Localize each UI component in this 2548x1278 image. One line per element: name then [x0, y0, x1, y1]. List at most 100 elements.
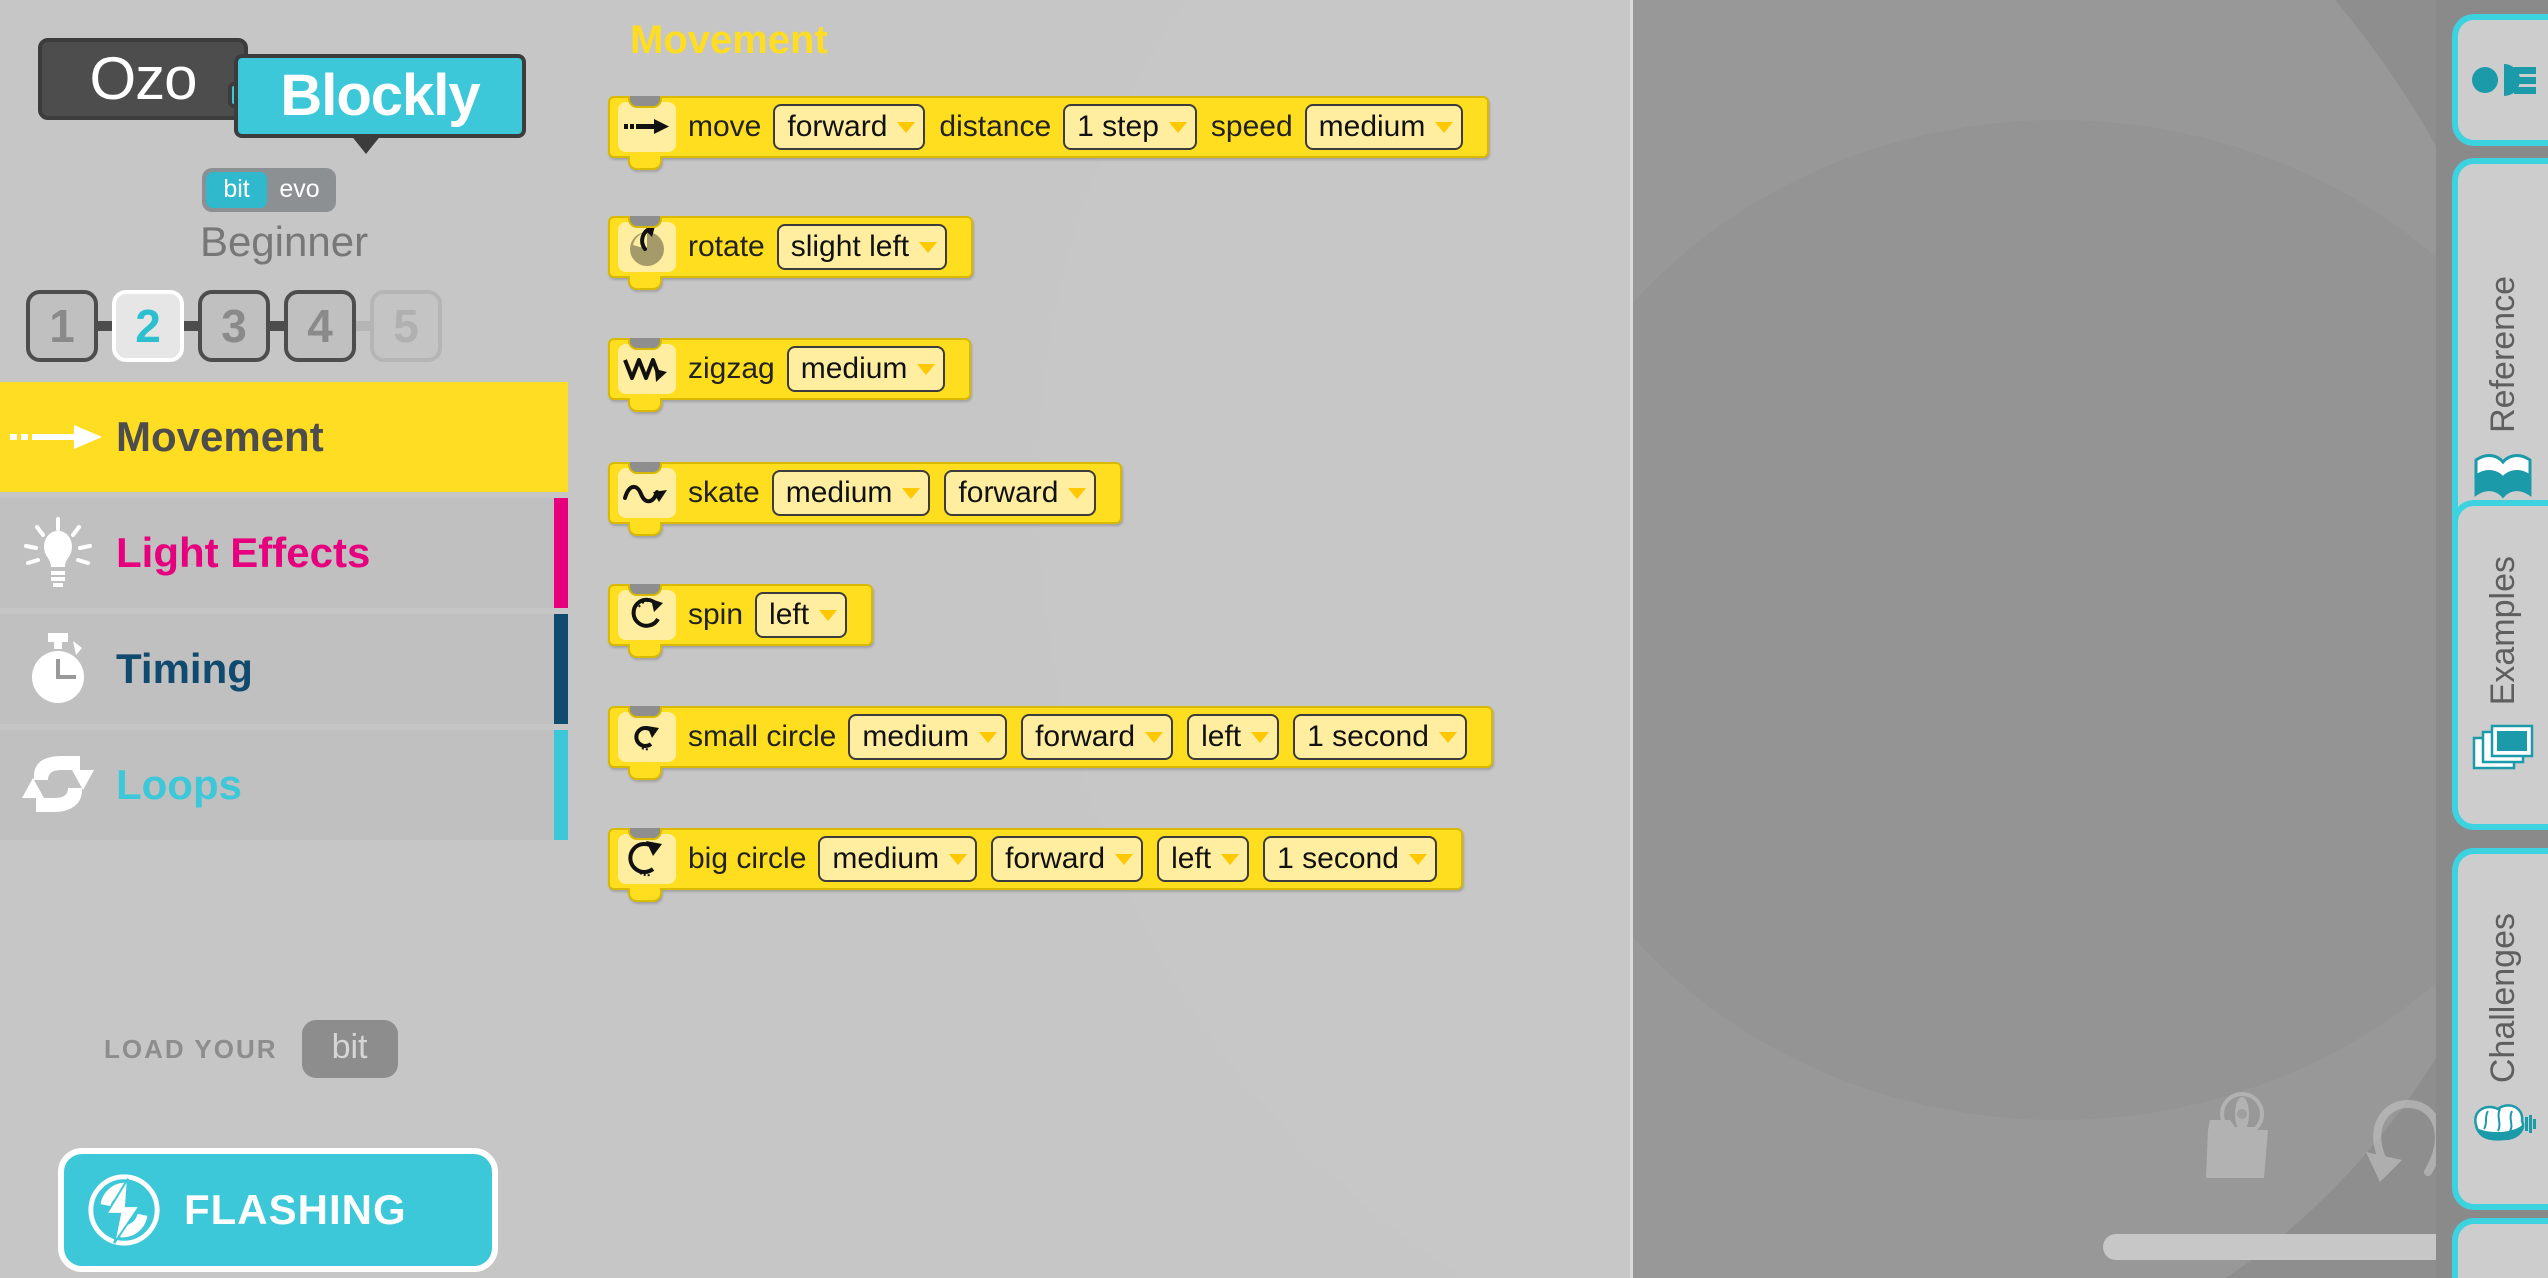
slides-icon: [2472, 724, 2534, 774]
level-link: [270, 321, 284, 331]
block-dropdown[interactable]: left: [755, 592, 848, 638]
block-notch-top: [628, 338, 662, 350]
undo-icon[interactable]: [2358, 1090, 2436, 1190]
block-notch-bottom: [628, 644, 662, 658]
robot-model-toggle[interactable]: bit evo: [202, 168, 336, 212]
blockly-workspace[interactable]: Movement move forward distance 1 step speed m…: [568, 0, 2436, 1278]
level-link: [356, 321, 370, 331]
tab-ozobot[interactable]: [2452, 14, 2548, 146]
chevron-down-icon: [897, 121, 916, 133]
sidebar-item-light-effects[interactable]: Light Effects: [0, 498, 568, 608]
block-dropdown[interactable]: medium: [786, 346, 946, 392]
load-save-folder-icon[interactable]: [2196, 1090, 2296, 1190]
tab-challenges[interactable]: Challenges: [2452, 848, 2548, 1210]
skill-level-label: Beginner: [199, 218, 369, 265]
flyout-edge: [1630, 0, 1633, 1278]
block-dropdown[interactable]: left: [1157, 836, 1250, 882]
book-icon: [2472, 450, 2534, 502]
block-dropdown-value: medium: [862, 720, 970, 753]
block-dropdown[interactable]: forward: [773, 104, 926, 150]
level-button-1[interactable]: 1: [26, 290, 98, 362]
robot-evo-option[interactable]: evo: [267, 172, 332, 208]
level-link: [98, 321, 112, 331]
tab-javascript[interactable]: ipt: [2452, 1218, 2548, 1278]
block-dropdown-value: medium: [1318, 110, 1426, 143]
block-dropdown[interactable]: medium: [771, 470, 931, 516]
robot-bit-option[interactable]: bit: [206, 172, 268, 208]
chevron-down-icon: [949, 853, 968, 865]
lightbulb-icon: [0, 515, 116, 591]
sidebar-item-label: Light Effects: [116, 529, 371, 576]
block-dropdown-value: left: [769, 598, 810, 631]
zigzag-icon: [618, 344, 676, 394]
ozoblockly-app: Movement move forward distance 1 step speed m…: [0, 0, 2548, 1278]
block-notch-top: [628, 216, 662, 228]
workspace-toolbar[interactable]: [2196, 1090, 2436, 1190]
big-circle-icon: [618, 834, 676, 884]
block-flyout-panel[interactable]: Movement move forward distance 1 step speed m…: [568, 0, 1633, 1278]
sidebar-item-timing[interactable]: Timing: [0, 614, 568, 724]
block-rotate[interactable]: rotate slight left: [608, 216, 974, 290]
block-dropdown[interactable]: forward: [1021, 714, 1174, 760]
block-dropdown[interactable]: left: [1187, 714, 1280, 760]
chevron-down-icon: [1435, 121, 1454, 133]
app-logo[interactable]: Ozo Blockly: [38, 38, 528, 154]
block-big-circle[interactable]: big circle medium forward left 1 second: [608, 828, 1463, 902]
block-dropdown[interactable]: slight left: [776, 224, 948, 270]
block-dropdown[interactable]: 1 second: [1263, 836, 1437, 882]
block-notch-bottom: [628, 276, 662, 290]
block-dropdown[interactable]: medium: [1304, 104, 1464, 150]
right-tab-rail[interactable]: Reference Examples Challenges: [2436, 0, 2548, 1278]
block-label: rotate: [688, 230, 765, 263]
chevron-down-icon: [1168, 121, 1187, 133]
block-dropdown[interactable]: 1 step: [1063, 104, 1197, 150]
block-label: speed: [1210, 110, 1293, 143]
chevron-down-icon: [819, 609, 838, 621]
horizontal-scrollbar[interactable]: [2073, 1234, 2436, 1260]
chevron-down-icon: [917, 363, 936, 375]
block-dropdown-value: forward: [787, 110, 888, 143]
level-button-4[interactable]: 4: [284, 290, 356, 362]
level-button-2[interactable]: 2: [112, 290, 184, 362]
block-spin[interactable]: spin left: [608, 584, 874, 658]
block-dropdown-value: forward: [1005, 842, 1106, 875]
block-dropdown[interactable]: forward: [991, 836, 1144, 882]
tab-challenges-label: Challenges: [2483, 912, 2522, 1084]
load-robot-row[interactable]: LOAD YOUR bit: [104, 1020, 398, 1078]
category-color-edge: [554, 730, 568, 840]
block-label: skate: [688, 476, 760, 509]
block-dropdown[interactable]: 1 second: [1293, 714, 1467, 760]
block-dropdown[interactable]: medium: [818, 836, 978, 882]
block-small-circle[interactable]: small circle medium forward left 1 second: [608, 706, 1493, 780]
chevron-down-icon: [1068, 487, 1087, 499]
block-dropdown[interactable]: medium: [848, 714, 1008, 760]
block-dropdown-value: medium: [832, 842, 940, 875]
block-notch-bottom: [628, 522, 662, 536]
scrollbar-thumb[interactable]: [2103, 1234, 2436, 1260]
chevron-down-icon: [1408, 853, 1427, 865]
level-button-3[interactable]: 3: [198, 290, 270, 362]
sidebar-item-loops[interactable]: Loops: [0, 730, 568, 840]
tab-examples[interactable]: Examples: [2452, 500, 2548, 830]
block-zigzag[interactable]: zigzag medium: [608, 338, 972, 412]
level-stepper[interactable]: 12345: [26, 290, 442, 362]
loop-icon: [0, 750, 116, 820]
brain-icon: [2470, 1101, 2536, 1145]
block-label: spin: [688, 598, 744, 631]
category-list[interactable]: Movement Light Effects Timing Loops: [0, 382, 568, 846]
chevron-down-icon: [919, 241, 938, 253]
level-button-5: 5: [370, 290, 442, 362]
block-skate[interactable]: skate medium forward: [608, 462, 1123, 536]
load-robot-chip[interactable]: bit: [301, 1020, 398, 1078]
chevron-down-icon: [1115, 853, 1134, 865]
category-color-edge: [554, 498, 568, 608]
chevron-down-icon: [1251, 731, 1270, 743]
sidebar-item-movement[interactable]: Movement: [0, 382, 568, 492]
block-dropdown[interactable]: forward: [944, 470, 1097, 516]
block-dropdown-value: 1 second: [1277, 842, 1399, 875]
logo-ozo-text: Ozo: [38, 38, 248, 120]
flashing-button[interactable]: FLASHING: [58, 1148, 498, 1272]
left-sidebar: Ozo Blockly bit evo Beginner 12345 Movem…: [0, 0, 568, 1278]
block-dropdown-value: 1 step: [1077, 110, 1159, 143]
block-move[interactable]: move forward distance 1 step speed medium: [608, 96, 1490, 170]
